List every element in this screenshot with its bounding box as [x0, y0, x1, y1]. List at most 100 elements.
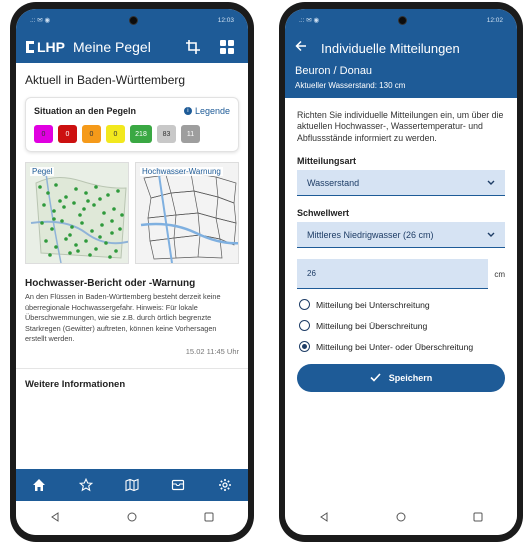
legend-label: Legende — [194, 106, 230, 116]
gauge-marker — [108, 255, 112, 259]
status-time: 12:03 — [217, 16, 234, 24]
gauge-marker — [62, 205, 66, 209]
grid-icon[interactable] — [216, 40, 238, 54]
recents-icon[interactable] — [204, 509, 214, 527]
status-icons: .:: ✉ ◉ — [30, 17, 51, 24]
back-icon[interactable] — [319, 509, 329, 527]
logo-mark-icon — [26, 41, 34, 53]
gauge-marker — [60, 219, 64, 223]
gauge-marker — [74, 243, 78, 247]
map-previews: Pegel Hochwasser-Warnung — [25, 162, 239, 264]
gauge-marker — [46, 191, 50, 195]
gauge-marker — [78, 213, 82, 217]
back-icon[interactable] — [50, 509, 60, 527]
gauge-marker — [86, 199, 90, 203]
gauge-marker — [38, 185, 42, 189]
status-badge: 83 — [157, 125, 176, 143]
gauge-marker — [92, 203, 96, 207]
notification-type-label: Mitteilungsart — [297, 156, 357, 167]
gauge-marker — [90, 229, 94, 233]
nav-favorites-icon[interactable] — [74, 478, 98, 492]
system-navigation — [285, 501, 517, 535]
radio-button[interactable] — [299, 320, 310, 332]
screen-notifications: .:: ✉ ◉ 12:02 Individuelle Mitteilungen … — [285, 9, 517, 535]
notification-type-select[interactable]: Wasserstand — [297, 170, 505, 197]
status-time: 12:02 — [486, 16, 503, 24]
gauge-marker — [64, 195, 68, 199]
gauge-marker — [116, 189, 120, 193]
gauge-marker — [68, 251, 72, 255]
threshold-number-input[interactable]: 26 — [297, 259, 489, 290]
info-icon: i — [183, 107, 192, 115]
more-info-title: Weitere Informationen — [25, 378, 126, 390]
gauge-marker — [94, 247, 98, 251]
gauge-marker — [82, 207, 86, 211]
news-body: An den Flüssen in Baden-Württemberg best… — [25, 292, 221, 344]
gauge-marker — [50, 227, 54, 231]
status-badge: 0 — [34, 125, 53, 143]
gauge-marker — [74, 187, 78, 191]
radio-option[interactable]: Mitteilung bei Unter- oder Überschreitun… — [299, 341, 505, 353]
gauge-marker — [68, 233, 72, 237]
gauge-marker — [80, 221, 84, 225]
situation-title: Situation an den Pegeln — [34, 106, 137, 116]
radio-button[interactable] — [299, 341, 310, 353]
flood-map-label: Hochwasser-Warnung — [140, 167, 223, 176]
app-bar: Individuelle Mitteilungen — [285, 31, 517, 65]
status-badges: 0 0 0 0 218 83 11 — [34, 125, 230, 143]
gauge-marker — [100, 223, 104, 227]
status-bar: .:: ✉ ◉ 12:02 — [285, 9, 517, 31]
nav-map-icon[interactable] — [120, 478, 144, 492]
gauge-marker — [84, 239, 88, 243]
threshold-number-row: 26 cm — [297, 259, 505, 290]
gauge-marker — [106, 193, 110, 197]
system-navigation — [16, 501, 248, 535]
divider — [16, 367, 248, 369]
news-timestamp: 15.02 11:45 Uhr — [185, 346, 239, 356]
status-badge: 0 — [58, 125, 77, 143]
gauge-marker — [52, 217, 56, 221]
screen-home: .:: ✉ ◉ 12:03 LHP Meine Pegel Aktuell in… — [16, 9, 248, 535]
status-icons: .:: ✉ ◉ — [299, 17, 320, 24]
gauge-map[interactable]: Pegel — [25, 162, 129, 264]
radio-option[interactable]: Mitteilung bei Unterschreitung — [299, 299, 505, 311]
gauge-marker — [98, 197, 102, 201]
radio-label: Mitteilung bei Unter- oder Überschreitun… — [316, 341, 474, 352]
nav-home-icon[interactable] — [27, 478, 51, 492]
home-circle-icon[interactable] — [127, 509, 137, 527]
flood-warning-map[interactable]: Hochwasser-Warnung — [135, 162, 239, 264]
radio-button[interactable] — [299, 299, 310, 311]
gauge-marker — [70, 225, 74, 229]
section-title: Aktuell in Baden-Württemberg — [25, 73, 186, 87]
status-badge: 0 — [106, 125, 125, 143]
gauge-marker — [118, 227, 122, 231]
station-name: Beuron / Donau — [295, 65, 373, 77]
back-arrow-icon[interactable] — [295, 39, 307, 57]
crop-icon[interactable] — [182, 40, 204, 54]
legend-link[interactable]: i Legende — [183, 106, 230, 116]
home-circle-icon[interactable] — [396, 509, 406, 527]
gauge-marker — [52, 209, 56, 213]
chevron-down-icon — [487, 230, 495, 240]
radio-option[interactable]: Mitteilung bei Überschreitung — [299, 320, 505, 332]
status-badge: 218 — [130, 125, 152, 143]
gauge-marker — [120, 213, 124, 217]
camera-hole — [398, 15, 408, 25]
gauge-marker — [94, 185, 98, 189]
situation-card: Situation an den Pegeln i Legende 0 0 0 0 21… — [25, 97, 239, 152]
station-header: Beuron / Donau Aktueller Wasserstand: 13… — [285, 65, 517, 98]
notification-type-value: Wasserstand — [307, 177, 360, 188]
gauge-marker — [58, 199, 62, 203]
threshold-select[interactable]: Mittleres Niedrigwasser (26 cm) — [297, 222, 505, 249]
recents-icon[interactable] — [473, 509, 483, 527]
gauge-marker — [54, 245, 58, 249]
app-logo: LHP — [26, 39, 65, 55]
save-button[interactable]: Speichern — [297, 364, 505, 393]
gauge-marker — [72, 201, 76, 205]
nav-messages-icon[interactable] — [166, 478, 190, 492]
nav-settings-icon[interactable] — [213, 478, 237, 492]
radio-label: Mitteilung bei Unterschreitung — [316, 299, 430, 310]
gauge-marker — [84, 191, 88, 195]
gauge-marker — [76, 249, 80, 253]
gauge-map-label: Pegel — [30, 167, 55, 176]
